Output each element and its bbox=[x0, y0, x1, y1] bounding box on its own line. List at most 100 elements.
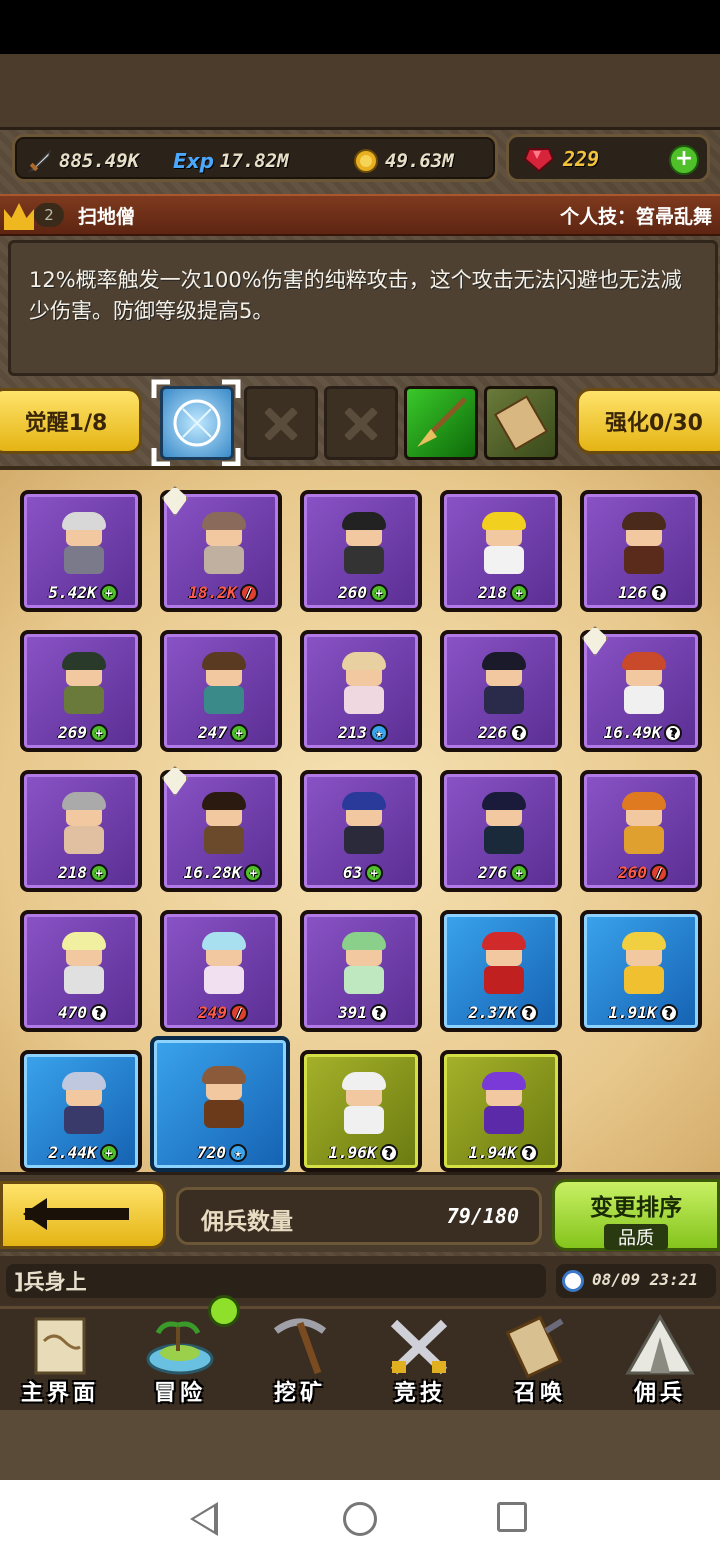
mercenary-count: 2.44K + bbox=[34, 1143, 132, 1162]
mercenary-portrait bbox=[478, 1072, 530, 1136]
mercenary-count: 276 + bbox=[454, 863, 552, 882]
mercenary-card[interactable]: 260 + bbox=[300, 490, 422, 612]
mercenary-card[interactable]: 63 + bbox=[300, 770, 422, 892]
mercenary-card[interactable]: 276 + bbox=[440, 770, 562, 892]
mercenary-portrait bbox=[58, 1072, 110, 1136]
mercenary-portrait bbox=[338, 1072, 390, 1136]
mercenary-count-text: 1.96K bbox=[328, 1143, 377, 1162]
mercenary-count-text: 218 bbox=[58, 863, 87, 882]
mercenary-grid: 5.42K +18.2K/260 +218 +126? 269 +247 +213 ★ 226?… bbox=[0, 466, 720, 1172]
mercenary-card[interactable]: 1.94K? bbox=[440, 1050, 562, 1172]
unknown-icon: ? bbox=[664, 723, 683, 742]
mercenary-count-text: 226 bbox=[478, 723, 507, 742]
mercenary-count-text: 218 bbox=[478, 583, 507, 602]
nav-item-2[interactable]: 挖矿 bbox=[240, 1309, 360, 1413]
mercenary-card[interactable]: 218 + bbox=[440, 490, 562, 612]
mercenary-card[interactable]: 470? bbox=[20, 910, 142, 1032]
mercenary-card[interactable]: 1.91K? bbox=[580, 910, 702, 1032]
nav-item-1[interactable]: 冒险 bbox=[120, 1309, 240, 1413]
sort-button[interactable]: 变更排序 品质 bbox=[552, 1179, 720, 1251]
gold-resource: 49.63M bbox=[353, 147, 454, 175]
mercenary-card[interactable]: 5.42K + bbox=[20, 490, 142, 612]
hero-name: 扫地僧 bbox=[78, 206, 136, 228]
mercenary-count: 1.91K? bbox=[594, 1003, 692, 1022]
upgrade-available-icon: + bbox=[369, 583, 388, 602]
mercenary-count: 260 + bbox=[314, 583, 412, 602]
skill-description-box: 12%概率触发一次100%伤害的纯粹攻击，这个攻击无法闪避也无法减少伤害。防御等… bbox=[8, 240, 718, 376]
back-arrowhead-icon bbox=[23, 1198, 47, 1230]
mercenary-count: 213 ★ bbox=[314, 723, 412, 742]
mercenary-portrait bbox=[618, 652, 670, 716]
mercenary-card[interactable]: 260/ bbox=[580, 770, 702, 892]
mercenary-count-text: 126 bbox=[618, 583, 647, 602]
mercenary-card[interactable]: 247 + bbox=[160, 630, 282, 752]
sort-label: 变更排序 bbox=[590, 1195, 682, 1221]
mercenary-portrait bbox=[618, 792, 670, 856]
power-value: 885.49K bbox=[59, 150, 140, 172]
mercenary-card[interactable]: 226? bbox=[440, 630, 562, 752]
unknown-icon: ? bbox=[519, 1143, 538, 1162]
gold-value: 49.63M bbox=[385, 150, 454, 172]
gem-bar: 229 + bbox=[506, 134, 710, 182]
mercenary-count: 720 ★ bbox=[164, 1143, 280, 1162]
back-nav-icon[interactable] bbox=[190, 1502, 218, 1536]
mercenary-count-text: 1.94K bbox=[468, 1143, 517, 1162]
empty-slot-2[interactable] bbox=[324, 386, 398, 460]
mercenary-portrait bbox=[198, 1066, 250, 1130]
awaken-label: 觉醒1/8 bbox=[24, 411, 108, 436]
status-bar bbox=[0, 0, 720, 54]
mercenary-portrait bbox=[58, 792, 110, 856]
mercenary-portrait bbox=[198, 792, 250, 856]
upgrade-available-icon: + bbox=[89, 723, 108, 742]
nav-item-3[interactable]: 竞技 bbox=[360, 1309, 480, 1413]
upgrade-available-icon: + bbox=[99, 583, 118, 602]
unknown-icon: ? bbox=[89, 1003, 108, 1022]
unknown-icon: ? bbox=[649, 583, 668, 602]
mercenary-card[interactable]: 213 ★ bbox=[300, 630, 422, 752]
recents-nav-icon[interactable] bbox=[497, 1502, 527, 1532]
mercenary-count-text: 276 bbox=[478, 863, 507, 882]
unknown-icon: ? bbox=[519, 1003, 538, 1022]
mercenary-card[interactable]: 249/ bbox=[160, 910, 282, 1032]
nav-label: 召唤 bbox=[513, 1381, 566, 1406]
message-ticker[interactable]: ]兵身上 bbox=[6, 1264, 546, 1298]
mercenary-card[interactable]: 2.37K? bbox=[440, 910, 562, 1032]
mercenary-count: 218 + bbox=[34, 863, 132, 882]
add-gems-button[interactable]: + bbox=[669, 145, 699, 175]
clock-display: 08/09 23:21 bbox=[556, 1264, 716, 1298]
awaken-button[interactable]: 觉醒1/8 bbox=[0, 388, 142, 454]
empty-slot-1[interactable] bbox=[244, 386, 318, 460]
mercenary-card[interactable]: 126? bbox=[580, 490, 702, 612]
mercenary-count-text: 5.42K bbox=[48, 583, 97, 602]
mercenary-count-text: 470 bbox=[58, 1003, 87, 1022]
mercenary-card[interactable]: 2.44K + bbox=[20, 1050, 142, 1172]
mercenary-card[interactable]: 218 + bbox=[20, 770, 142, 892]
pickaxe-icon bbox=[262, 1311, 338, 1381]
mercenary-count-text: 18.2K bbox=[188, 583, 237, 602]
mercenary-count-text: 249 bbox=[198, 1003, 227, 1022]
enhance-button[interactable]: 强化0/30 bbox=[576, 388, 720, 454]
mercenary-count-text: 720 bbox=[197, 1143, 226, 1162]
mercenary-portrait bbox=[478, 512, 530, 576]
nav-item-0[interactable]: 主界面 bbox=[0, 1309, 120, 1413]
mercenary-card[interactable]: 391? bbox=[300, 910, 422, 1032]
home-nav-icon[interactable] bbox=[343, 1502, 377, 1536]
nav-item-4[interactable]: 召唤 bbox=[480, 1309, 600, 1413]
exp-value: 17.82M bbox=[219, 150, 289, 172]
back-button[interactable] bbox=[0, 1181, 166, 1249]
mercenary-card[interactable]: 269 + bbox=[20, 630, 142, 752]
mercenary-count-text: 63 bbox=[342, 863, 363, 882]
resource-bar: 885.49K Exp 17.82M 49.63M bbox=[12, 134, 498, 182]
mercenary-portrait bbox=[478, 932, 530, 996]
mercenary-card[interactable]: 1.96K? bbox=[300, 1050, 422, 1172]
mercenary-portrait bbox=[338, 932, 390, 996]
mercenary-portrait bbox=[338, 792, 390, 856]
nav-item-5[interactable]: 佣兵 bbox=[600, 1309, 720, 1413]
scroll-slot[interactable] bbox=[484, 386, 558, 460]
mercenary-card[interactable]: 720 ★ bbox=[150, 1036, 290, 1172]
broom-slot[interactable] bbox=[404, 386, 478, 460]
mercenary-count: 1.96K? bbox=[314, 1143, 412, 1162]
bottom-controls: 佣兵数量 79/180 变更排序 品质 bbox=[0, 1172, 720, 1252]
upgrade-available-icon: + bbox=[89, 863, 108, 882]
mercenary-count: 5.42K + bbox=[34, 583, 132, 602]
